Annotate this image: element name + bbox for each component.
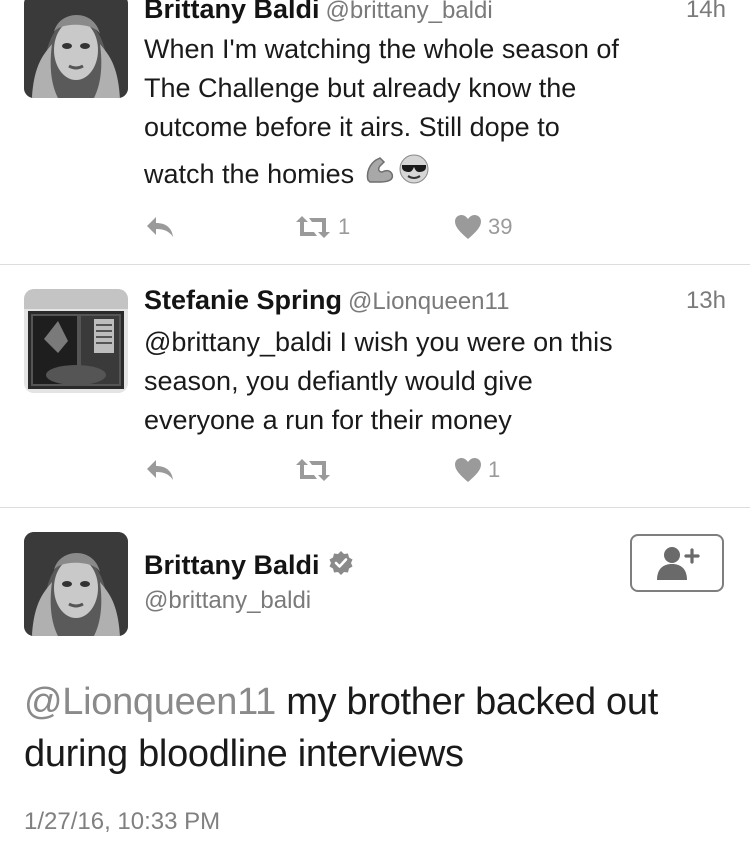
detail-author-name[interactable]: Brittany Baldi [144,550,320,581]
tweet-1[interactable]: Brittany Baldi @brittany_baldi 14h When I… [0,0,750,264]
detail-author-handle[interactable]: @brittany_baldi [144,587,311,615]
add-user-icon [657,547,700,580]
reply-button[interactable] [144,457,176,483]
retweet-button[interactable] [294,457,338,483]
like-button[interactable]: 39 [454,214,512,240]
divider [0,507,750,508]
like-button[interactable]: 1 [454,457,500,483]
tweet-text-line: outcome before it airs. Still dope to [144,112,560,142]
avatar[interactable] [24,0,128,98]
sunglasses-face-icon [398,153,430,196]
tweet-text-last-line: watch the homies [144,153,724,196]
tweet-text-line: season, you defiantly would give [144,366,533,396]
avatar[interactable] [24,289,128,393]
flexed-biceps-icon [364,154,396,195]
author-handle[interactable]: @Lionqueen11 [348,288,509,315]
mention-link[interactable]: @Lionqueen11 [24,681,276,723]
reply-icon [147,217,173,237]
tweet-text-line: everyone a run for their money [144,405,512,435]
tweet-text-line: @brittany_baldi I wish you were on this [144,327,613,357]
tweet-actions: 1 [144,457,564,487]
heart-icon [455,215,481,239]
retweet-count: 1 [338,214,351,239]
retweet-icon [296,459,330,481]
detail-timestamp: 1/27/16, 10:33 PM [24,808,221,835]
retweet-button[interactable]: 1 [294,214,350,240]
verified-badge-icon [328,550,354,581]
retweet-icon [296,216,330,238]
detail-tweet-text: @Lionqueen11 my brother backed out durin… [24,676,724,780]
tweet-text-line: When I'm watching the whole season of [144,34,619,64]
reply-icon [147,460,173,480]
author-name[interactable]: Stefanie Spring [144,285,342,315]
tweet-header: Stefanie Spring @Lionqueen11 13h [144,285,726,316]
author-name[interactable]: Brittany Baldi [144,0,320,24]
detail-text-rest: my brother backed out [275,681,658,723]
avatar-photo [24,532,128,636]
heart-icon [455,458,481,482]
reply-button[interactable] [144,214,176,240]
detail-author: Brittany Baldi [144,550,354,581]
detail-text-line-2: during bloodline interviews [24,733,464,775]
avatar-photo [24,289,128,393]
detail-text-line-1: @Lionqueen11 my brother backed out [24,676,724,728]
tweet-time: 13h [685,287,726,314]
detail-avatar[interactable] [24,532,128,636]
like-count: 1 [488,457,501,482]
author-handle[interactable]: @brittany_baldi [326,0,493,24]
tweet-text: @brittany_baldi I wish you were on this … [144,323,724,440]
tweet-text-line: The Challenge but already know the [144,73,577,103]
tweet-2[interactable]: Stefanie Spring @Lionqueen11 13h @brittan… [0,265,750,507]
tweet-actions: 1 39 [144,214,564,244]
avatar-photo [24,0,128,98]
tweet-time: 14h [685,0,726,23]
like-count: 39 [488,214,513,239]
tweet-text-line: watch the homies [144,159,355,189]
tweet-text: When I'm watching the whole season of Th… [144,30,724,196]
follow-button[interactable] [630,534,724,592]
tweet-header: Brittany Baldi @brittany_baldi 14h [144,0,726,25]
